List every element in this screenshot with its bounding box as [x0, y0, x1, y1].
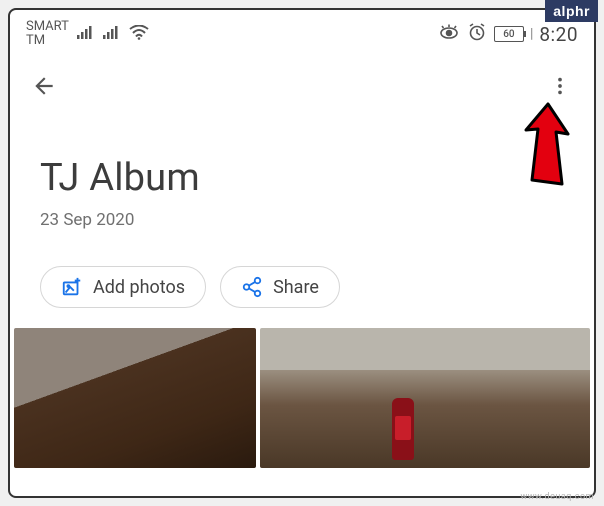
app-bar	[10, 58, 594, 114]
share-label: Share	[273, 277, 319, 298]
wifi-icon	[129, 25, 149, 44]
more-vert-icon	[549, 75, 571, 97]
device-frame: SMART TM 60 | 8:20	[8, 8, 596, 498]
album-header: TJ Album 23 Sep 2020	[10, 114, 594, 248]
separator: |	[530, 26, 533, 42]
carrier-line1: SMART	[26, 20, 69, 34]
signal-icon-2	[103, 25, 121, 43]
photo-thumbnail[interactable]	[260, 328, 590, 468]
photo-content	[392, 398, 414, 460]
photo-grid	[10, 328, 594, 468]
site-badge: alphr	[545, 0, 598, 22]
share-icon	[241, 276, 263, 298]
add-photos-icon	[61, 276, 83, 298]
photo-thumbnail[interactable]	[14, 328, 256, 468]
battery-icon: 60	[494, 26, 524, 42]
add-photos-label: Add photos	[93, 277, 185, 298]
back-button[interactable]	[30, 72, 58, 100]
album-title: TJ Album	[40, 156, 564, 200]
add-photos-button[interactable]: Add photos	[40, 266, 206, 308]
status-bar: SMART TM 60 | 8:20	[10, 10, 594, 58]
eye-icon	[438, 24, 460, 45]
status-left: SMART TM	[26, 20, 149, 49]
clock: 8:20	[539, 23, 578, 46]
arrow-left-icon	[31, 73, 57, 99]
carrier-line2: TM	[26, 34, 69, 48]
share-button[interactable]: Share	[220, 266, 340, 308]
carrier-label: SMART TM	[26, 20, 69, 49]
battery-pct: 60	[503, 29, 514, 40]
signal-icon	[77, 25, 95, 43]
alarm-icon	[468, 23, 486, 46]
site-badge-text: alphr	[553, 3, 590, 19]
album-date: 23 Sep 2020	[40, 210, 564, 230]
status-right: 60 | 8:20	[438, 23, 578, 46]
watermark: www.deuaq.com	[520, 492, 594, 502]
more-options-button[interactable]	[546, 72, 574, 100]
album-actions: Add photos Share	[10, 248, 594, 328]
